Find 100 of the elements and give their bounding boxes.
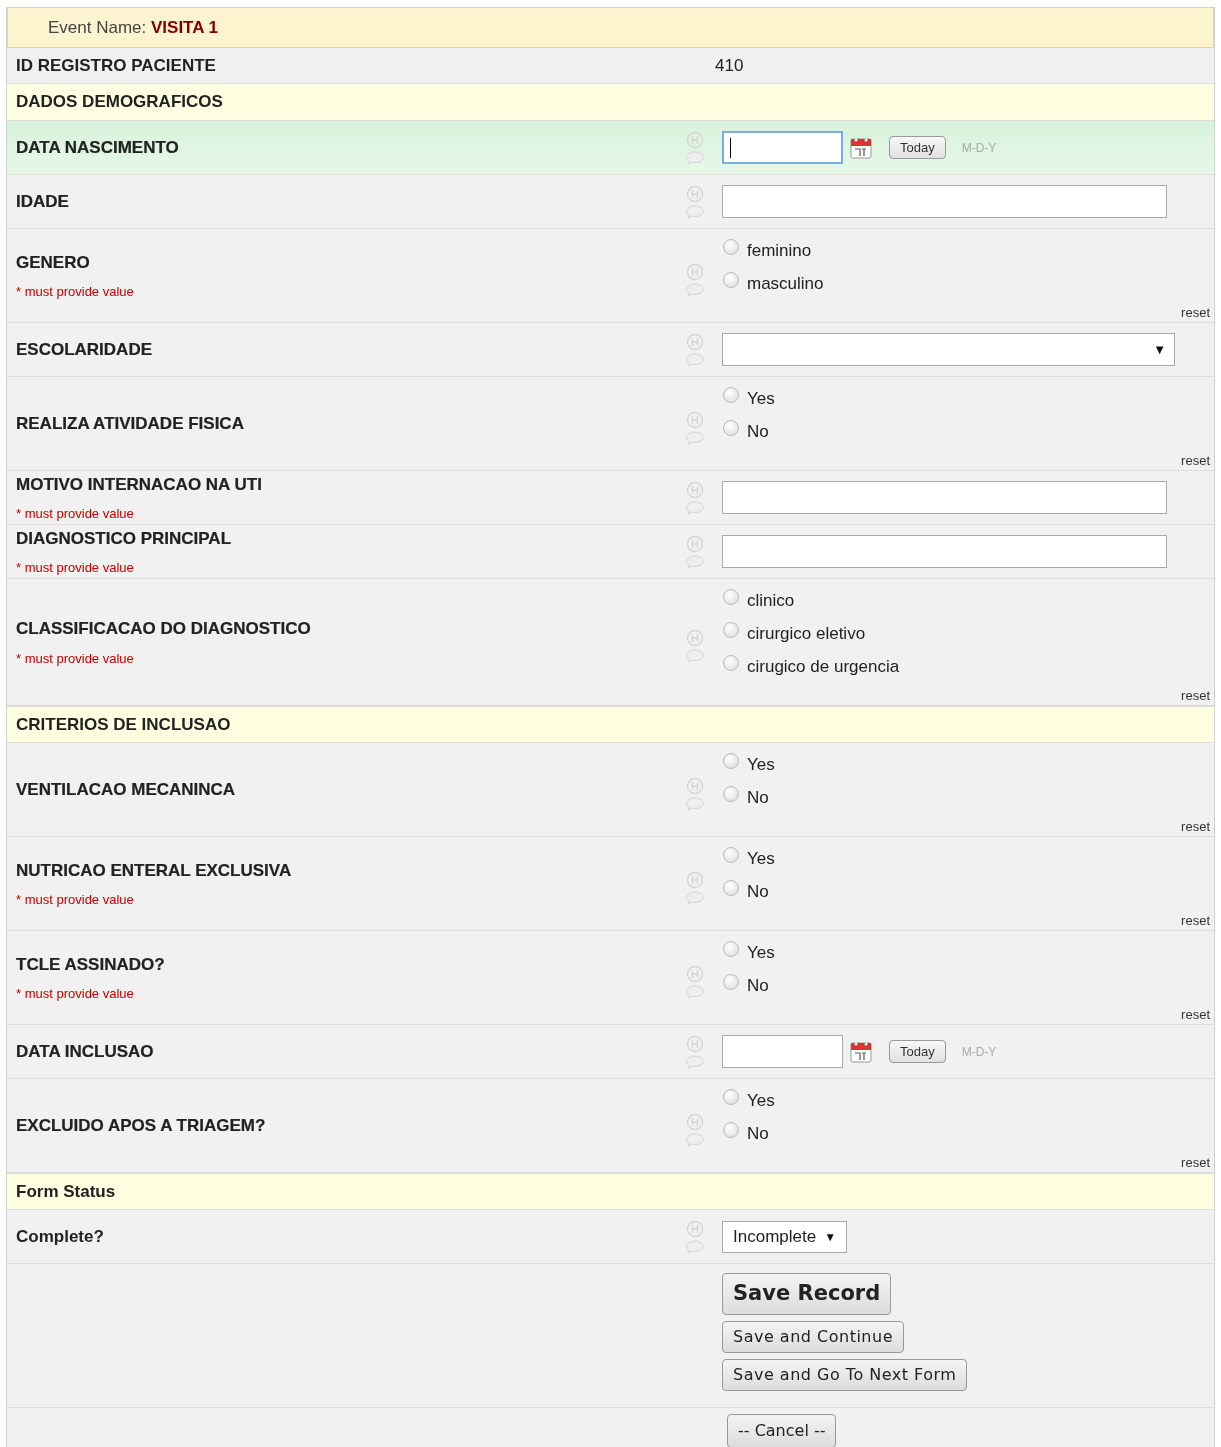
field-label: DATA NASCIMENTO (16, 136, 180, 159)
field-label: TCLE ASSINADO? (16, 953, 166, 976)
field-label: DATA INCLUSAO (16, 1040, 155, 1063)
history-icon[interactable] (686, 262, 704, 281)
comment-icon[interactable] (685, 204, 705, 219)
history-icon[interactable] (686, 776, 704, 795)
history-icon[interactable] (686, 870, 704, 889)
history-icon[interactable] (686, 1112, 704, 1131)
field-label: Complete? (16, 1225, 104, 1248)
comment-icon[interactable] (685, 649, 705, 663)
radio-button[interactable] (723, 420, 739, 436)
input-field[interactable] (722, 481, 1167, 514)
reset-link[interactable]: reset (1181, 451, 1210, 468)
status-dropdown[interactable]: Incomplete ▼ (722, 1220, 848, 1253)
radio-button[interactable] (723, 622, 739, 638)
required-note: * must provide value (16, 505, 135, 523)
date-format-hint: M-D-Y (961, 139, 997, 157)
field-label: DIAGNOSTICO PRINCIPAL (16, 527, 233, 550)
history-icon[interactable] (686, 410, 704, 429)
event-name: Event Name: VISITA 1 (48, 16, 219, 39)
required-note: * must provide value (16, 985, 135, 1003)
radio-button[interactable] (723, 239, 739, 255)
save-button[interactable]: Save and Go To Next Form (722, 1358, 968, 1391)
radio-label: masculino (747, 274, 824, 294)
radio-button[interactable] (723, 753, 739, 769)
required-note: * must provide value (16, 891, 135, 909)
comment-icon[interactable] (685, 150, 705, 165)
reset-link[interactable]: reset (1181, 1153, 1210, 1170)
reset-link[interactable]: reset (1181, 817, 1210, 834)
save-button[interactable]: Save and Continue (722, 1320, 904, 1353)
input-field[interactable] (722, 185, 1167, 218)
history-icon[interactable] (686, 534, 704, 553)
history-icon[interactable] (686, 1034, 704, 1053)
cancel-button[interactable]: -- Cancel -- (727, 1414, 837, 1447)
reset-link[interactable]: reset (1181, 303, 1210, 320)
radio-label: Yes (747, 1091, 775, 1111)
calendar-icon[interactable] (850, 136, 872, 159)
radio-label: Yes (747, 849, 775, 869)
field-label: ID REGISTRO PACIENTE (16, 55, 216, 75)
today-button[interactable]: Today (889, 135, 946, 160)
history-icon[interactable] (686, 332, 704, 351)
radio-button[interactable] (723, 880, 739, 896)
comment-icon[interactable] (685, 352, 705, 367)
radio-label: cirugico de urgencia (747, 657, 900, 677)
comment-icon[interactable] (685, 890, 705, 905)
comment-icon[interactable] (685, 1132, 705, 1147)
reset-link[interactable]: reset (1181, 686, 1210, 703)
input-field[interactable] (722, 131, 843, 164)
comment-icon[interactable] (685, 500, 705, 515)
input-field[interactable] (722, 535, 1167, 568)
field-label: ESCOLARIDADE (16, 338, 153, 361)
reset-link[interactable]: reset (1181, 1005, 1210, 1022)
radio-label: Yes (747, 943, 775, 963)
save-button[interactable]: Save Record (722, 1273, 892, 1315)
field-label: IDADE (16, 190, 70, 213)
field-label: MOTIVO INTERNACAO NA UTI (16, 473, 263, 496)
comment-icon[interactable] (685, 430, 705, 445)
comment-icon[interactable] (685, 796, 705, 811)
radio-label: Yes (747, 755, 775, 775)
radio-button[interactable] (723, 655, 739, 671)
today-button[interactable]: Today (889, 1039, 946, 1064)
radio-label: No (747, 976, 769, 996)
field-label: CLASSIFICACAO DO DIAGNOSTICO (16, 618, 312, 640)
radio-label: feminino (747, 241, 812, 261)
radio-label: No (747, 882, 769, 902)
section-header: DADOS DEMOGRAFICOS (16, 91, 223, 114)
field-label: GENERO (16, 251, 91, 274)
field-label: NUTRICAO ENTERAL EXCLUSIVA (16, 859, 293, 882)
radio-button[interactable] (723, 1122, 739, 1138)
radio-button[interactable] (723, 272, 739, 288)
history-icon[interactable] (686, 184, 704, 203)
field-label: EXCLUIDO APOS A TRIAGEM? (16, 1114, 267, 1137)
radio-button[interactable] (723, 387, 739, 403)
radio-button[interactable] (723, 941, 739, 957)
comment-icon[interactable] (685, 554, 705, 569)
history-icon[interactable] (686, 629, 704, 647)
radio-label: No (747, 422, 769, 442)
radio-button[interactable] (723, 847, 739, 863)
radio-label: No (747, 1124, 769, 1144)
dropdown[interactable]: ▼ (722, 333, 1175, 366)
radio-button[interactable] (723, 1089, 739, 1105)
required-note: * must provide value (16, 559, 135, 577)
comment-icon[interactable] (685, 282, 705, 297)
history-icon[interactable] (686, 130, 704, 149)
radio-button[interactable] (723, 974, 739, 990)
history-icon[interactable] (686, 964, 704, 983)
radio-button[interactable] (723, 589, 739, 605)
field-label: REALIZA ATIVIDADE FISICA (16, 412, 245, 435)
reset-link[interactable]: reset (1181, 911, 1210, 928)
comment-icon[interactable] (685, 984, 705, 999)
comment-icon[interactable] (685, 1054, 705, 1069)
radio-label: clinico (747, 591, 795, 611)
radio-button[interactable] (723, 786, 739, 802)
input-field[interactable] (722, 1035, 843, 1068)
comment-icon[interactable] (685, 1239, 705, 1254)
date-format-hint: M-D-Y (961, 1043, 997, 1061)
radio-label: Yes (747, 389, 775, 409)
history-icon[interactable] (686, 480, 704, 499)
calendar-icon[interactable] (850, 1040, 872, 1063)
history-icon[interactable] (686, 1219, 704, 1238)
